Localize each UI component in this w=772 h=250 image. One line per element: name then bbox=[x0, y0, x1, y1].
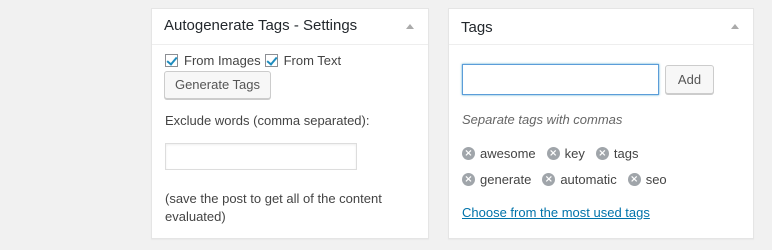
remove-tag-icon[interactable]: × bbox=[546, 146, 560, 160]
tag-label: generate bbox=[480, 171, 532, 187]
tag-label: awesome bbox=[480, 145, 536, 161]
tag-label: key bbox=[564, 145, 585, 161]
tag-item: × automatic bbox=[542, 171, 617, 187]
exclude-words-label: Exclude words (comma separated): bbox=[165, 113, 370, 128]
from-text-checkbox[interactable] bbox=[264, 54, 278, 67]
add-tag-button[interactable]: Add bbox=[665, 65, 714, 94]
from-images-label: From Images bbox=[184, 53, 261, 68]
from-images-checkbox[interactable] bbox=[165, 54, 178, 67]
remove-tag-icon[interactable]: × bbox=[595, 146, 609, 160]
from-text-label: From Text bbox=[283, 53, 342, 68]
remove-tag-icon[interactable]: × bbox=[542, 172, 556, 186]
exclude-words-input[interactable] bbox=[165, 143, 357, 170]
tag-row: × generate × automatic × seo bbox=[462, 166, 742, 192]
tag-label: automatic bbox=[560, 171, 617, 187]
tags-panel: Tags Add Separate tags with commas × awe… bbox=[448, 8, 754, 239]
collapse-arrow-icon[interactable] bbox=[406, 24, 414, 29]
source-options: From Images From Text bbox=[165, 53, 345, 68]
remove-tag-icon[interactable]: × bbox=[462, 172, 475, 186]
autogenerate-tags-settings-panel: Autogenerate Tags - Settings From Images… bbox=[151, 8, 429, 239]
tag-list: × awesome × key × tags × generate × auto… bbox=[462, 140, 742, 192]
remove-tag-icon[interactable]: × bbox=[627, 172, 641, 186]
new-tag-input[interactable] bbox=[462, 64, 659, 95]
settings-panel-header[interactable]: Autogenerate Tags - Settings bbox=[152, 9, 428, 45]
save-note: (save the post to get all of the content… bbox=[165, 191, 382, 224]
tag-item: × key bbox=[546, 145, 585, 161]
tags-panel-title: Tags bbox=[461, 19, 493, 36]
generate-tags-button[interactable]: Generate Tags bbox=[164, 71, 271, 99]
tag-item: × tags bbox=[595, 145, 639, 161]
tags-panel-header[interactable]: Tags bbox=[449, 9, 753, 45]
remove-tag-icon[interactable]: × bbox=[462, 146, 475, 160]
separate-tags-hint: Separate tags with commas bbox=[462, 112, 623, 127]
tag-label: seo bbox=[645, 171, 667, 187]
settings-panel-title: Autogenerate Tags - Settings bbox=[164, 17, 358, 34]
choose-most-used-tags-link[interactable]: Choose from the most used tags bbox=[462, 205, 650, 220]
tag-row: × awesome × key × tags bbox=[462, 140, 742, 166]
tag-item: × generate bbox=[462, 172, 531, 187]
tag-item: × awesome bbox=[462, 146, 536, 161]
tag-label: tags bbox=[613, 145, 639, 161]
tag-item: × seo bbox=[627, 171, 667, 187]
collapse-arrow-icon[interactable] bbox=[731, 24, 739, 29]
